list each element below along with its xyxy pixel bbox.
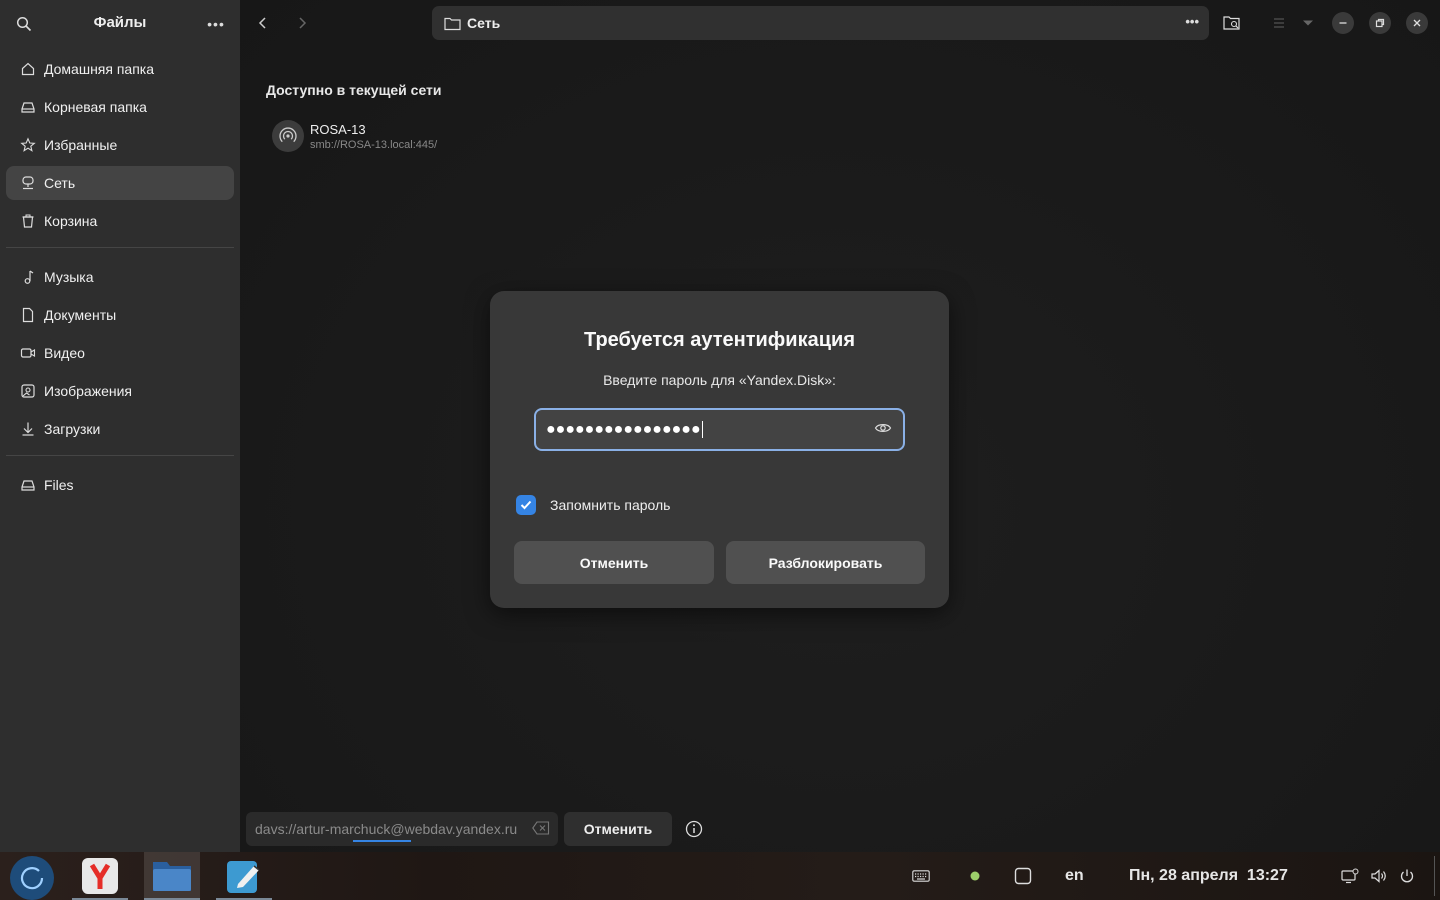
search-folder-icon[interactable] xyxy=(1220,11,1244,35)
sidebar-item-label: Сеть xyxy=(44,175,76,191)
image-icon xyxy=(20,383,36,399)
workspace-icon[interactable] xyxy=(1014,852,1032,900)
volume-icon[interactable] xyxy=(1370,852,1388,900)
sidebar-item-network[interactable]: Сеть xyxy=(6,166,234,200)
password-field[interactable]: ●●●●●●●●●●●●●●●● xyxy=(534,408,905,451)
trash-icon xyxy=(20,213,36,229)
remember-password-checkbox[interactable] xyxy=(516,495,536,515)
sidebar-item-label: Загрузки xyxy=(44,421,101,437)
header-bar: Сеть ••• xyxy=(240,0,1440,46)
clock[interactable]: Пн, 28 апреля 13:27 xyxy=(1129,852,1288,900)
sidebar-item-label: Files xyxy=(44,477,74,493)
sidebar-divider xyxy=(6,455,234,456)
video-icon xyxy=(20,345,36,361)
section-title: Доступно в текущей сети xyxy=(266,82,442,98)
network-share-icon xyxy=(272,120,304,152)
sidebar-item-downloads[interactable]: Загрузки xyxy=(6,412,234,446)
keyboard-layout-indicator[interactable]: en xyxy=(1065,852,1084,900)
home-icon xyxy=(20,61,36,77)
sidebar-item-label: Видео xyxy=(44,345,85,361)
mount-url-entry[interactable]: davs://artur-marchuck@webdav.yandex.ru xyxy=(246,812,558,846)
keyboard-icon[interactable] xyxy=(912,852,930,900)
sidebar-item-label: Изображения xyxy=(44,383,132,399)
sidebar-item-music[interactable]: Музыка xyxy=(6,260,234,294)
dialog-subtitle: Введите пароль для «Yandex.Disk»: xyxy=(603,372,836,388)
url-progress-underline xyxy=(353,840,411,842)
sidebar-item-label: Корзина xyxy=(44,213,98,229)
dialog-title: Требуется аутентификация xyxy=(584,329,855,351)
power-icon[interactable] xyxy=(1399,852,1415,900)
network-location-uri: smb://ROSA-13.local:445/ xyxy=(310,139,438,151)
status-dot-icon[interactable] xyxy=(969,852,981,900)
view-options-chevron-down-icon[interactable] xyxy=(1296,11,1320,35)
mount-cancel-button[interactable]: Отменить xyxy=(564,812,672,846)
text-editor-icon[interactable] xyxy=(216,852,272,900)
yandex-browser-icon[interactable] xyxy=(72,852,128,900)
info-icon[interactable] xyxy=(685,820,703,838)
sidebar: Файлы ••• Домашняя папка Корневая папка … xyxy=(0,0,240,852)
sidebar-item-favorites[interactable]: Избранные xyxy=(6,128,234,162)
remember-password-label: Запомнить пароль xyxy=(550,497,671,513)
sidebar-item-label: Домашняя папка xyxy=(44,61,155,77)
sidebar-item-label: Музыка xyxy=(44,269,94,285)
clear-input-icon[interactable] xyxy=(532,821,550,835)
sidebar-item-label: Избранные xyxy=(44,137,118,153)
auth-dialog: Требуется аутентификация Введите пароль … xyxy=(490,291,949,608)
start-menu-icon[interactable] xyxy=(10,856,54,900)
star-icon xyxy=(20,137,36,153)
document-icon xyxy=(20,307,36,323)
drive-icon xyxy=(20,99,36,115)
close-icon[interactable] xyxy=(1406,12,1428,34)
network-location-name: ROSA-13 xyxy=(310,122,366,137)
sidebar-item-home[interactable]: Домашняя папка xyxy=(6,52,234,86)
sidebar-item-label: Документы xyxy=(44,307,117,323)
sidebar-item-pictures[interactable]: Изображения xyxy=(6,374,234,408)
sidebar-item-files[interactable]: Files xyxy=(6,468,234,502)
folder-icon xyxy=(444,16,461,31)
sidebar-nav: Домашняя папка Корневая папка Избранные … xyxy=(0,46,240,502)
network-status-icon[interactable] xyxy=(1341,852,1359,900)
show-password-eye-icon[interactable] xyxy=(874,421,892,435)
back-icon[interactable] xyxy=(251,11,275,35)
restore-icon[interactable] xyxy=(1369,12,1391,34)
location-menu-icon[interactable]: ••• xyxy=(1185,14,1199,29)
cancel-button[interactable]: Отменить xyxy=(514,541,714,584)
mount-url-text: davs://artur-marchuck@webdav.yandex.ru xyxy=(255,821,518,837)
minimize-icon[interactable] xyxy=(1332,12,1354,34)
sidebar-item-trash[interactable]: Корзина xyxy=(6,204,234,238)
text-caret xyxy=(701,421,703,438)
sidebar-item-documents[interactable]: Документы xyxy=(6,298,234,332)
location-label: Сеть xyxy=(467,15,501,31)
sidebar-menu-icon[interactable]: ••• xyxy=(204,12,228,36)
sidebar-item-videos[interactable]: Видео xyxy=(6,336,234,370)
network-location-item[interactable]: ROSA-13 smb://ROSA-13.local:445/ xyxy=(272,118,492,154)
taskbar: en Пн, 28 апреля 13:27 xyxy=(0,852,1440,900)
remember-password-row[interactable]: Запомнить пароль xyxy=(516,495,670,515)
sidebar-header: Файлы ••• xyxy=(0,0,240,46)
show-desktop-edge[interactable] xyxy=(1434,852,1436,900)
unlock-button[interactable]: Разблокировать xyxy=(726,541,925,584)
drive-icon xyxy=(20,477,36,493)
forward-icon[interactable] xyxy=(290,11,314,35)
password-value: ●●●●●●●●●●●●●●●● xyxy=(546,420,701,438)
list-view-icon[interactable] xyxy=(1267,11,1291,35)
sidebar-item-label: Корневая папка xyxy=(44,99,147,115)
sidebar-item-root[interactable]: Корневая папка xyxy=(6,90,234,124)
location-bar[interactable]: Сеть ••• xyxy=(432,6,1209,40)
files-icon[interactable] xyxy=(144,852,200,900)
download-icon xyxy=(20,421,36,437)
music-icon xyxy=(20,269,36,285)
sidebar-divider xyxy=(6,247,234,248)
network-icon xyxy=(20,175,36,191)
